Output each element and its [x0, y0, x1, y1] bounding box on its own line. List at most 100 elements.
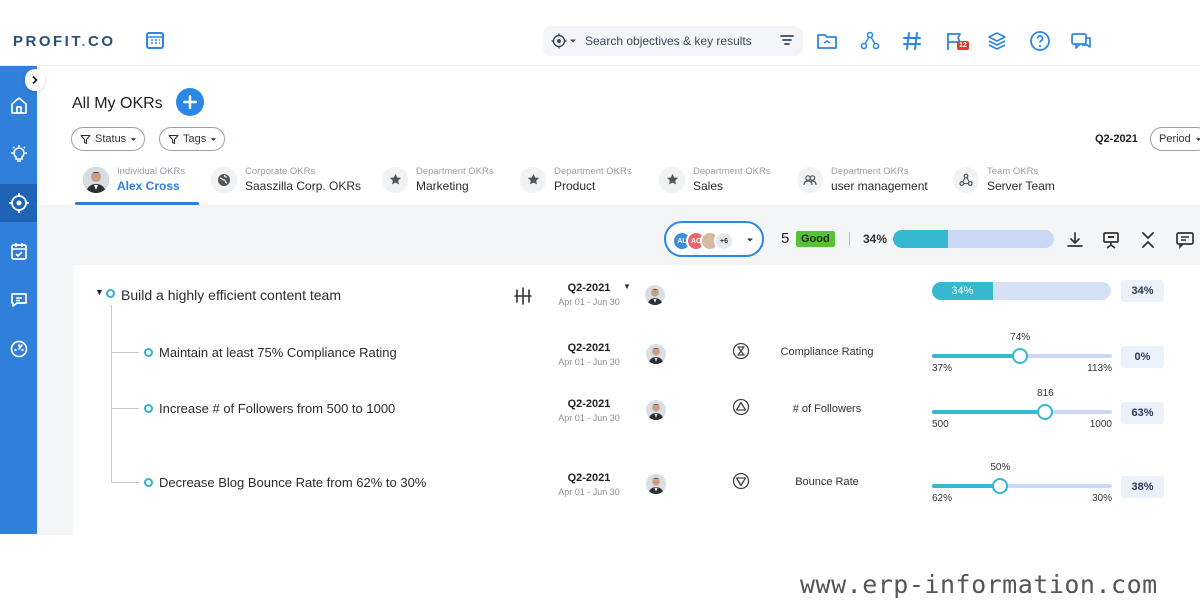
sidebar-item-okrs[interactable] — [0, 184, 37, 222]
sidebar-toggle-button[interactable] — [25, 69, 45, 91]
comment-icon[interactable] — [1175, 230, 1195, 250]
kr-target-value: 113% — [1087, 363, 1112, 374]
sidebar-item-messages[interactable] — [0, 281, 37, 319]
members-selector[interactable]: AL AC +6 — [664, 221, 764, 257]
tab-type: Department OKRs — [831, 166, 909, 177]
calendar-check-icon — [10, 243, 27, 260]
kr-status-dot — [144, 404, 153, 413]
kr-title[interactable]: Maintain at least 75% Compliance Rating — [159, 345, 397, 360]
alignment-icon[interactable] — [513, 286, 533, 306]
target-scope-icon — [551, 33, 567, 49]
tab-label: Server Team — [987, 179, 1055, 193]
kr-progress-slider[interactable]: 816 500 1000 — [932, 388, 1112, 430]
sidebar-item-ideas[interactable] — [0, 135, 37, 173]
folder-icon[interactable] — [816, 30, 838, 52]
chevron-down-icon — [211, 137, 217, 141]
period-dates: Apr 01 - Jun 30 — [558, 487, 620, 497]
chevron-right-icon — [32, 75, 38, 85]
notification-badge: 12 — [957, 41, 969, 50]
tab-type: Corporate OKRs — [245, 166, 316, 177]
period-selector[interactable]: Period — [1150, 127, 1200, 151]
tab-department-user-management[interactable]: Department OKRs user management — [797, 155, 928, 204]
search-input[interactable] — [585, 34, 770, 48]
chat-icon[interactable] — [1070, 30, 1092, 52]
layers-icon[interactable] — [986, 30, 1008, 52]
kr-percent: 63% — [1121, 402, 1164, 424]
kr-period[interactable]: Q2-2021 Apr 01 - Jun 30 — [551, 342, 627, 367]
kr-percent: 0% — [1121, 346, 1164, 368]
period-selector-label: Period — [1159, 133, 1191, 145]
download-icon[interactable] — [1065, 230, 1085, 250]
objective-period[interactable]: Q2-2021 Apr 01 - Jun 30 — [551, 282, 627, 307]
logo[interactable]: PROFIT.CO — [13, 33, 116, 50]
kr-title[interactable]: Increase # of Followers from 500 to 1000 — [159, 401, 395, 416]
calendar-icon[interactable] — [145, 30, 165, 50]
owner-avatar[interactable] — [646, 400, 666, 420]
sidebar-item-tasks[interactable] — [0, 232, 37, 270]
star-icon — [659, 166, 685, 193]
kr-period[interactable]: Q2-2021 Apr 01 - Jun 30 — [551, 398, 627, 423]
period-dates: Apr 01 - Jun 30 — [558, 357, 620, 367]
chevron-down-icon[interactable]: ▼ — [623, 282, 631, 291]
tab-department-marketing[interactable]: Department OKRs Marketing — [382, 155, 494, 204]
period-dates: Apr 01 - Jun 30 — [558, 297, 620, 307]
tree-connector — [111, 352, 139, 353]
help-icon[interactable] — [1029, 30, 1051, 52]
kr-period[interactable]: Q2-2021 Apr 01 - Jun 30 — [551, 472, 627, 497]
tab-label: Sales — [693, 179, 724, 193]
chevron-down-icon — [570, 39, 576, 43]
tree-connector — [111, 305, 112, 483]
filter-icon[interactable] — [779, 33, 795, 49]
objective-title[interactable]: Build a highly efficient content team — [121, 287, 341, 303]
tab-individual-okrs[interactable]: Individual OKRs Alex Cross — [83, 155, 185, 204]
overall-progress-text: 34% — [863, 232, 888, 246]
tags-filter[interactable]: Tags — [159, 127, 226, 151]
current-period[interactable]: Q2-2021 — [1089, 127, 1144, 151]
objective-progress-bar: 34% — [932, 282, 1111, 300]
funnel-icon — [168, 134, 179, 144]
kr-progress-slider[interactable]: 50% 62% 30% — [932, 462, 1112, 504]
sidebar-item-dashboard[interactable] — [0, 330, 37, 368]
more-members-count: +6 — [714, 231, 734, 251]
hashtag-icon[interactable] — [901, 30, 923, 52]
tab-label: Alex Cross — [117, 179, 180, 193]
period-label: Q2-2021 — [567, 342, 611, 354]
owner-avatar[interactable] — [646, 344, 666, 364]
kr-status-dot — [144, 348, 153, 357]
overall-progress-bar — [893, 230, 1054, 248]
kr-progress-slider[interactable]: 74% 37% 113% — [932, 332, 1112, 374]
presentation-icon[interactable] — [1101, 230, 1121, 250]
kr-current-value: 74% — [1010, 332, 1031, 343]
period-label: Q2-2021 — [567, 472, 611, 484]
kr-metric: # of Followers — [792, 403, 862, 415]
chevron-down-icon — [1195, 137, 1200, 141]
tab-label: Marketing — [416, 179, 469, 193]
kr-start-value: 37% — [932, 363, 953, 374]
hierarchy-icon[interactable] — [859, 30, 881, 52]
search-scope-dropdown[interactable] — [551, 33, 577, 49]
chevron-down-icon — [131, 137, 137, 141]
tab-corporate-okrs[interactable]: Corporate OKRs Saaszilla Corp. OKRs — [211, 155, 361, 204]
add-okr-button[interactable] — [176, 88, 204, 116]
gauge-icon — [10, 340, 27, 358]
kr-current-value: 816 — [1037, 388, 1054, 399]
collapse-caret-icon[interactable]: ▼ — [95, 287, 104, 297]
slider-fill — [932, 354, 1021, 358]
tree-connector — [111, 408, 139, 409]
collapse-icon[interactable] — [1138, 230, 1158, 250]
sidebar-item-home[interactable] — [0, 86, 37, 124]
owner-avatar[interactable] — [645, 285, 665, 305]
tab-type: Team OKRs — [987, 166, 1039, 177]
target-icon — [8, 193, 29, 213]
owner-avatar[interactable] — [646, 474, 666, 494]
kr-current-value: 50% — [990, 462, 1011, 473]
kr-status-dot — [144, 478, 153, 487]
tab-department-sales[interactable]: Department OKRs Sales — [659, 155, 771, 204]
search-bar[interactable] — [543, 26, 803, 56]
status-filter[interactable]: Status — [71, 127, 146, 151]
tab-team-server[interactable]: Team OKRs Server Team — [953, 155, 1055, 204]
kr-metric: Bounce Rate — [795, 476, 859, 488]
tab-department-product[interactable]: Department OKRs Product — [520, 155, 632, 204]
kr-title[interactable]: Decrease Blog Bounce Rate from 62% to 30… — [159, 475, 426, 490]
slider-fill — [932, 484, 1001, 488]
